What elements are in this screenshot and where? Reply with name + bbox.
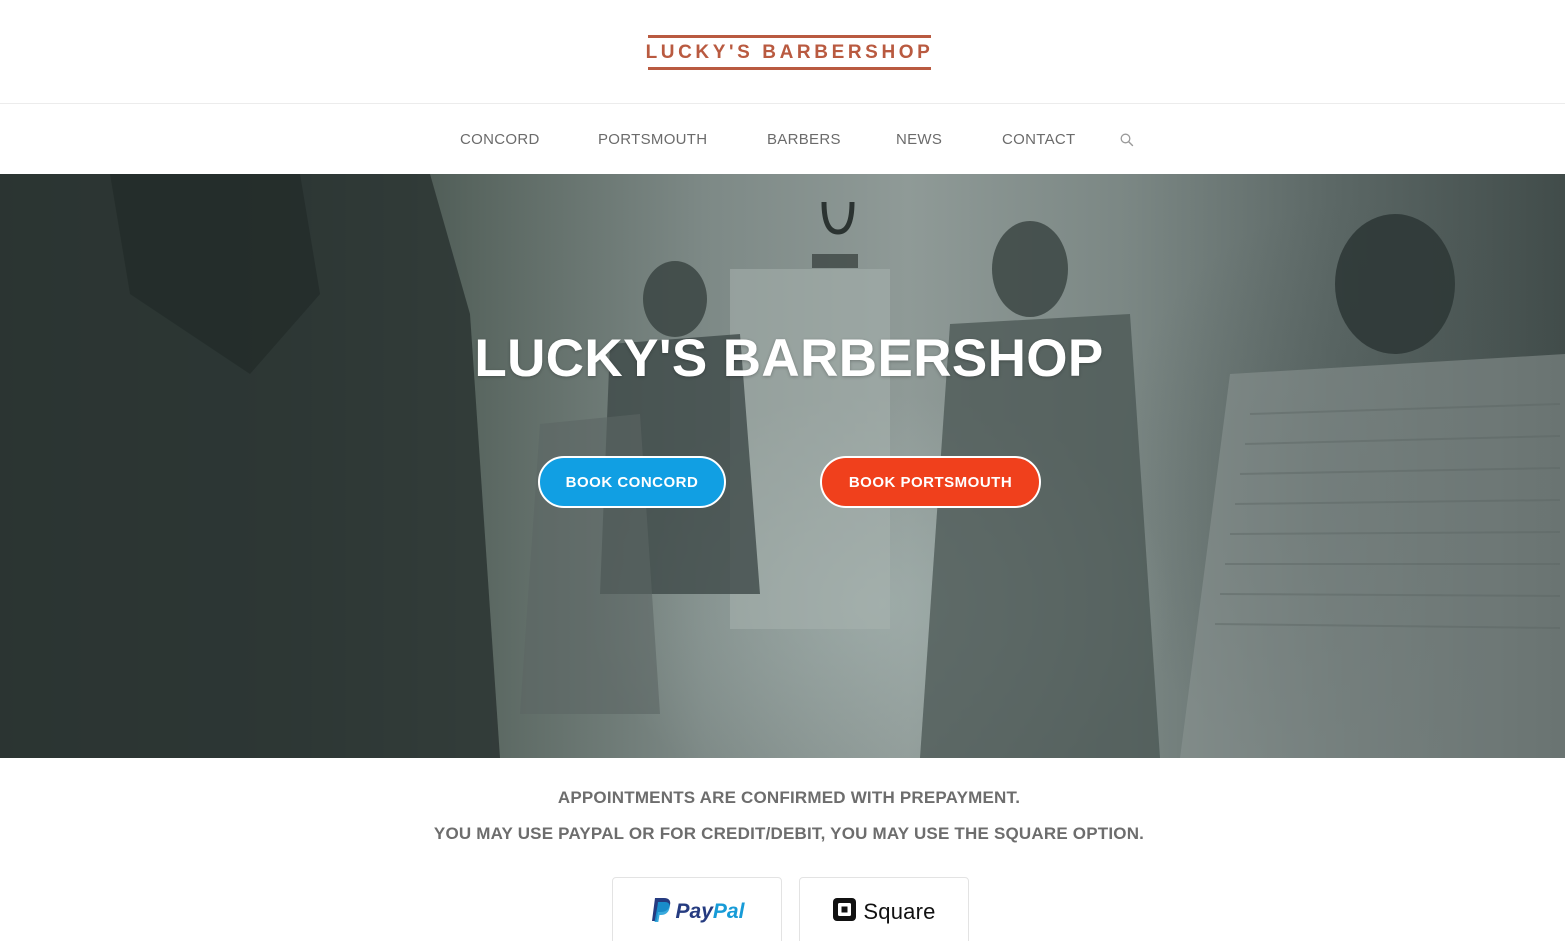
book-concord-button[interactable]: BOOK CONCORD: [538, 456, 726, 508]
payment-info-section: APPOINTMENTS ARE CONFIRMED WITH PREPAYME…: [0, 758, 1565, 941]
site-header: LUCKY'S BARBERSHOP: [0, 0, 1565, 104]
hero-section: LUCKY'S BARBERSHOP BOOK CONCORD BOOK POR…: [0, 174, 1565, 758]
paypal-option[interactable]: PayPal: [612, 877, 782, 941]
search-icon[interactable]: [1119, 132, 1135, 148]
site-logo[interactable]: LUCKY'S BARBERSHOP: [645, 35, 934, 70]
square-option[interactable]: Square: [799, 877, 969, 941]
hero-title: LUCKY'S BARBERSHOP: [474, 329, 1104, 388]
paypal-wordmark-pal: Pal: [712, 900, 745, 923]
nav-item-news[interactable]: NEWS: [896, 105, 942, 174]
nav-item-portsmouth[interactable]: PORTSMOUTH: [598, 105, 707, 174]
paypal-wordmark: PayPal: [676, 900, 745, 924]
payment-options-notice: YOU MAY USE PAYPAL OR FOR CREDIT/DEBIT, …: [433, 824, 1145, 843]
hero-background-image: [0, 174, 1565, 758]
paypal-wordmark-pay: Pay: [675, 900, 713, 923]
site-logo-text: LUCKY'S BARBERSHOP: [645, 41, 934, 63]
main-nav: CONCORD PORTSMOUTH BARBERS NEWS CONTACT: [0, 105, 1565, 174]
square-logo-icon: [832, 897, 857, 927]
nav-item-barbers[interactable]: BARBERS: [767, 105, 841, 174]
book-portsmouth-button[interactable]: BOOK PORTSMOUTH: [820, 456, 1041, 508]
paypal-logo-icon: [650, 897, 672, 928]
nav-item-concord[interactable]: CONCORD: [460, 105, 540, 174]
prepayment-notice: APPOINTMENTS ARE CONFIRMED WITH PREPAYME…: [557, 788, 1021, 807]
nav-item-contact[interactable]: CONTACT: [1002, 105, 1075, 174]
square-wordmark: Square: [863, 899, 936, 924]
